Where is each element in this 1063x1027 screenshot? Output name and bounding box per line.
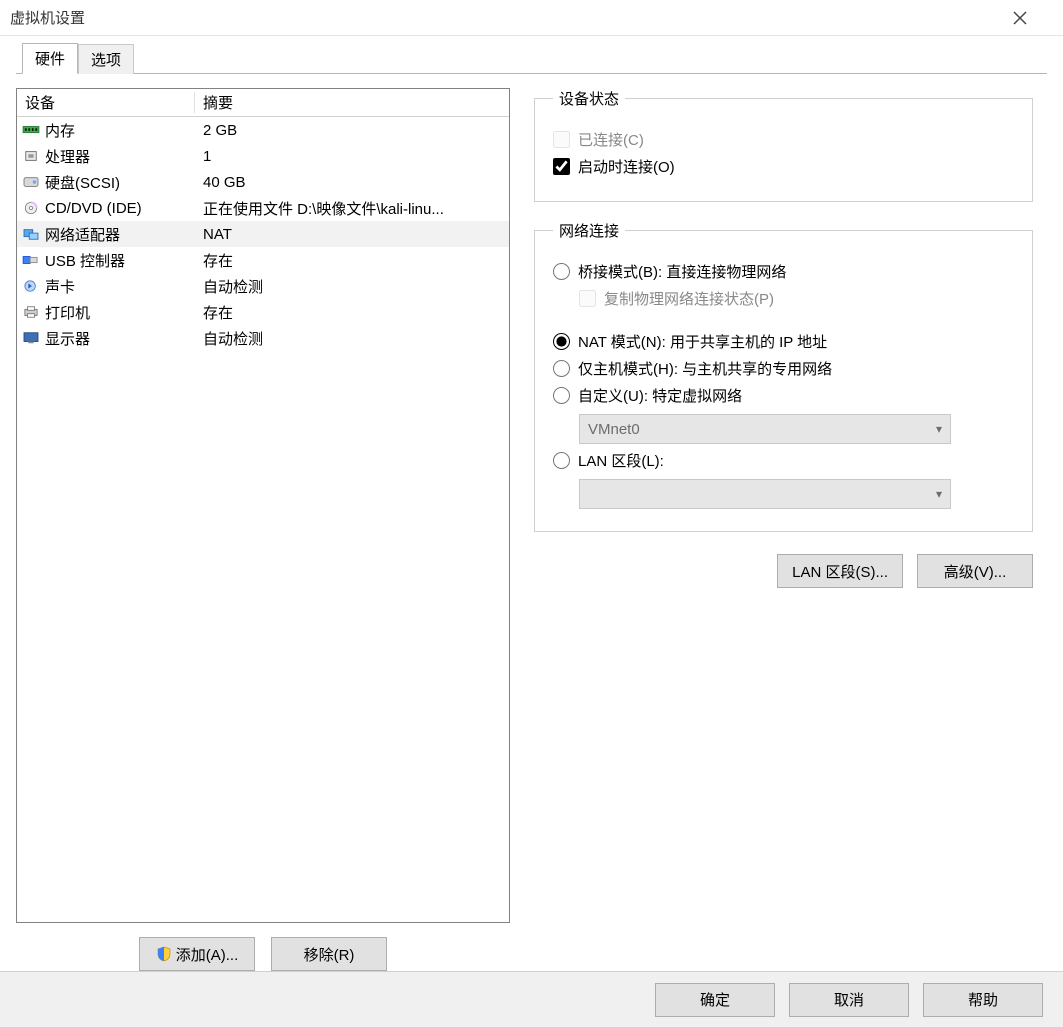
tab-options[interactable]: 选项 [78,44,134,74]
remove-button-label: 移除(R) [304,944,355,965]
help-button[interactable]: 帮助 [923,983,1043,1017]
connected-checkbox [553,131,570,148]
memory-icon [21,121,41,139]
cpu-icon [21,147,41,165]
disk-icon [21,173,41,191]
device-state-group: 设备状态 已连接(C) 启动时连接(O) [534,88,1033,202]
custom-label: 自定义(U): 特定虚拟网络 [578,385,742,406]
left-column: 设备 摘要 内存 2 GB 处理器 1 硬盘(SCSI) 40 GB CD/DVD (IDE… [16,88,510,971]
device-name: USB 控制器 [45,250,125,271]
chevron-down-icon: ▾ [936,422,942,436]
sound-icon [21,277,41,295]
window-title: 虚拟机设置 [10,7,1013,28]
chevron-down-icon: ▾ [936,487,942,501]
hostonly-row[interactable]: 仅主机模式(H): 与主机共享的专用网络 [553,358,1014,379]
device-summary: 自动检测 [195,276,509,297]
connect-on-start-row[interactable]: 启动时连接(O) [553,156,1014,177]
device-state-legend: 设备状态 [553,88,625,109]
device-row-disk[interactable]: 硬盘(SCSI) 40 GB [17,169,509,195]
tabstrip: 硬件 选项 [16,44,1047,74]
dialog-body: 硬件 选项 设备 摘要 内存 2 GB 处理器 1 硬盘(SCSI) 40 GB CD/DV… [0,36,1063,971]
device-summary: 1 [195,148,509,165]
device-name: 硬盘(SCSI) [45,172,120,193]
device-summary: 存在 [195,302,509,323]
device-row-cd[interactable]: CD/DVD (IDE) 正在使用文件 D:\映像文件\kali-linu... [17,195,509,221]
lan-segments-button[interactable]: LAN 区段(S)... [777,554,903,588]
device-name: 处理器 [45,146,90,167]
add-button[interactable]: 添加(A)... [139,937,255,971]
left-buttons: 添加(A)... 移除(R) [16,937,510,971]
ok-button[interactable]: 确定 [655,983,775,1017]
replicate-label: 复制物理网络连接状态(P) [604,288,774,309]
device-table-header: 设备 摘要 [17,89,509,117]
device-row-display[interactable]: 显示器 自动检测 [17,325,509,351]
device-row-sound[interactable]: 声卡 自动检测 [17,273,509,299]
col-summary[interactable]: 摘要 [195,92,509,113]
lanseg-label: LAN 区段(L): [578,450,664,471]
nat-label: NAT 模式(N): 用于共享主机的 IP 地址 [578,331,827,352]
nat-radio[interactable] [553,333,570,350]
device-summary: 40 GB [195,174,509,191]
titlebar: 虚拟机设置 [0,0,1063,36]
device-name: 显示器 [45,328,90,349]
device-summary: 自动检测 [195,328,509,349]
connect-on-start-label: 启动时连接(O) [578,156,675,177]
usb-icon [21,251,41,269]
device-row-cpu[interactable]: 处理器 1 [17,143,509,169]
close-icon [1013,11,1027,25]
replicate-checkbox [579,290,596,307]
device-name: 声卡 [45,276,75,297]
tab-hardware[interactable]: 硬件 [22,43,78,74]
hostonly-label: 仅主机模式(H): 与主机共享的专用网络 [578,358,832,379]
cancel-button[interactable]: 取消 [789,983,909,1017]
close-button[interactable] [1013,11,1053,25]
device-row-printer[interactable]: 打印机 存在 [17,299,509,325]
device-table: 设备 摘要 内存 2 GB 处理器 1 硬盘(SCSI) 40 GB CD/DVD (IDE… [16,88,510,923]
custom-radio[interactable] [553,387,570,404]
device-name: 内存 [45,120,75,141]
device-name: 打印机 [45,302,90,323]
device-name: CD/DVD (IDE) [45,200,142,217]
lanseg-radio[interactable] [553,452,570,469]
connect-on-start-checkbox[interactable] [553,158,570,175]
device-summary: NAT [195,226,509,243]
bridged-radio[interactable] [553,263,570,280]
printer-icon [21,303,41,321]
device-row-memory[interactable]: 内存 2 GB [17,117,509,143]
remove-button[interactable]: 移除(R) [271,937,387,971]
lanseg-select: ▾ [579,479,951,509]
nat-row[interactable]: NAT 模式(N): 用于共享主机的 IP 地址 [553,331,1014,352]
connected-label: 已连接(C) [578,129,644,150]
device-row-usb[interactable]: USB 控制器 存在 [17,247,509,273]
device-summary: 存在 [195,250,509,271]
bridged-row[interactable]: 桥接模式(B): 直接连接物理网络 [553,261,1014,282]
network-legend: 网络连接 [553,220,625,241]
lanseg-row[interactable]: LAN 区段(L): [553,450,1014,471]
shield-icon [156,946,172,962]
dialog-footer: 确定 取消 帮助 [0,971,1063,1027]
bridged-label: 桥接模式(B): 直接连接物理网络 [578,261,786,282]
display-icon [21,329,41,347]
cd-icon [21,199,41,217]
net-icon [21,225,41,243]
hostonly-radio[interactable] [553,360,570,377]
advanced-button[interactable]: 高级(V)... [917,554,1033,588]
device-summary: 2 GB [195,122,509,139]
custom-network-value: VMnet0 [588,421,640,438]
device-summary: 正在使用文件 D:\映像文件\kali-linu... [195,198,509,219]
right-column: 设备状态 已连接(C) 启动时连接(O) 网络连接 桥接模式(B): 直接连接物… [534,88,1047,971]
add-button-label: 添加(A)... [176,944,239,965]
device-name: 网络适配器 [45,224,120,245]
replicate-row: 复制物理网络连接状态(P) [579,288,1014,309]
tab-panel-hardware: 设备 摘要 内存 2 GB 处理器 1 硬盘(SCSI) 40 GB CD/DVD (IDE… [16,74,1047,971]
device-row-net[interactable]: 网络适配器 NAT [17,221,509,247]
network-connection-group: 网络连接 桥接模式(B): 直接连接物理网络 复制物理网络连接状态(P) NAT… [534,220,1033,532]
custom-row[interactable]: 自定义(U): 特定虚拟网络 [553,385,1014,406]
connected-row: 已连接(C) [553,129,1014,150]
custom-network-select: VMnet0 ▾ [579,414,951,444]
col-device[interactable]: 设备 [17,92,195,113]
right-buttons: LAN 区段(S)... 高级(V)... [534,554,1033,588]
